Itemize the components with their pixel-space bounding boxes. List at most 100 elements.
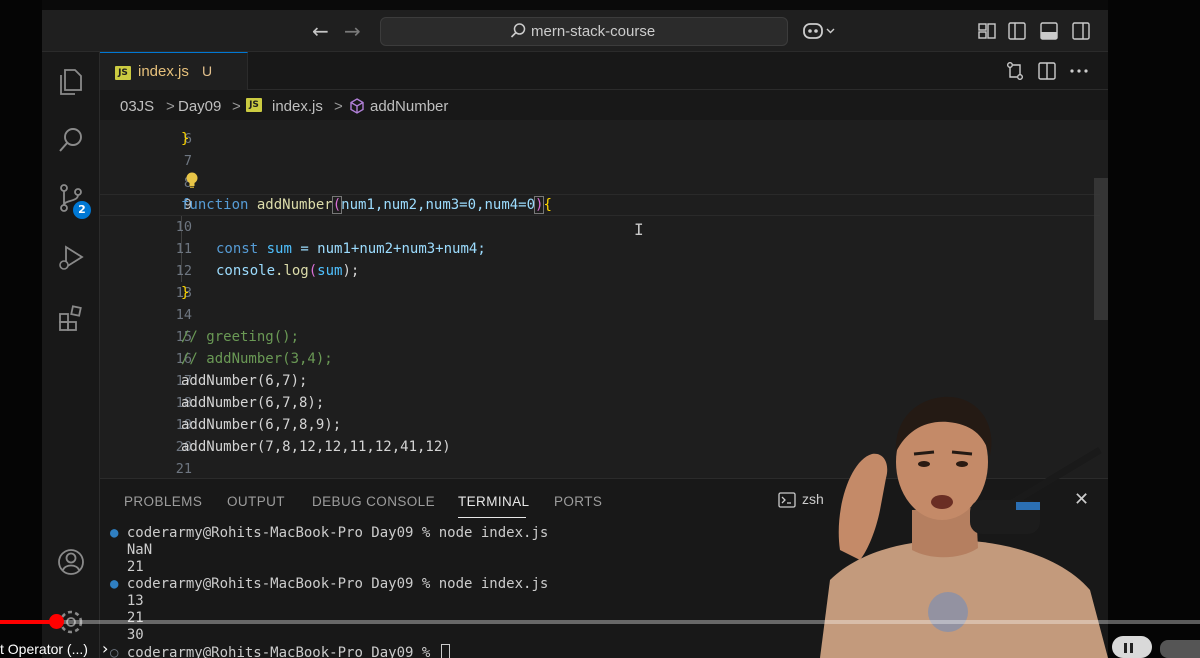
terminal-output: NaN <box>110 542 152 559</box>
params: num1,num2,num3=0,num4=0 <box>341 197 536 213</box>
expression: = num1+num2+num3+num4; <box>291 241 486 257</box>
account-icon[interactable] <box>55 546 87 578</box>
brace-open: { <box>543 197 552 213</box>
forward-arrow-button[interactable]: → <box>344 20 361 42</box>
terminal-output: 13 <box>110 593 144 610</box>
prompt-dot-icon: ● <box>110 576 119 592</box>
video-progress-fill <box>0 620 56 624</box>
code-line-12: console.log(sum); <box>216 260 359 282</box>
code-line-11: const sum = num1+num2+num3+num4; <box>216 238 486 260</box>
pause-icon <box>1130 643 1133 653</box>
code-line-15: // greeting(); <box>181 329 300 345</box>
tab-problems[interactable]: PROBLEMS <box>124 494 202 509</box>
pause-icon <box>1124 643 1127 653</box>
terminal-icon <box>778 492 796 508</box>
paren-close: ); <box>342 263 360 279</box>
terminal-prompt: coderarmy@Rohits-MacBook-Pro Day09 % nod… <box>126 525 549 541</box>
tab-label: index.js <box>138 63 189 80</box>
autoplay-toggle[interactable] <box>1112 636 1152 658</box>
line-number: 7 <box>183 153 192 169</box>
output-value: 30 <box>126 627 144 643</box>
more-actions-icon[interactable] <box>1068 60 1090 82</box>
code-line-20: addNumber(7,8,12,12,11,12,41,12) <box>181 439 451 455</box>
tab-output[interactable]: OUTPUT <box>227 494 285 509</box>
explorer-icon[interactable] <box>55 66 87 98</box>
tab-terminal[interactable]: TERMINAL <box>458 494 529 509</box>
code-line-18: addNumber(6,7,8); <box>181 395 325 411</box>
code-line-9: function addNumber(num1,num2,num3=0,num4… <box>181 194 552 216</box>
prompt-dot-icon: ● <box>110 525 119 541</box>
video-letterbox-right <box>1108 0 1200 658</box>
extensions-icon[interactable] <box>55 302 87 334</box>
video-top-strip <box>0 0 1200 10</box>
paren-open: ( <box>331 196 343 214</box>
line-number: 14 <box>175 307 192 323</box>
customize-layout-icon[interactable] <box>976 20 998 42</box>
code-line-16: // addNumber(3,4); <box>181 351 333 367</box>
search-icon[interactable] <box>55 124 87 156</box>
console-object: console <box>216 263 276 279</box>
line-number: 11 <box>175 241 192 257</box>
split-editor-icon[interactable] <box>1036 60 1058 82</box>
breadcrumb-file[interactable]: index.js <box>272 98 323 115</box>
js-file-icon: JS <box>115 66 131 80</box>
breadcrumb-separator: > <box>232 98 241 115</box>
line-number: 12 <box>175 263 192 279</box>
player-control[interactable] <box>1160 640 1200 658</box>
code-line-6: } <box>181 131 190 147</box>
argument: sum <box>317 263 343 279</box>
breadcrumb-symbol[interactable]: addNumber <box>370 98 448 115</box>
breadcrumb-folder-day09[interactable]: Day09 <box>178 98 221 115</box>
video-letterbox-left <box>0 0 42 658</box>
line-number-gutter: 6 7 8 9 10 11 12 13 14 15 16 17 18 19 20… <box>100 120 192 478</box>
chapter-chevron-icon[interactable]: › <box>102 639 108 658</box>
prompt-dot-icon: ○ <box>110 645 119 658</box>
toggle-secondary-sidebar-icon[interactable] <box>1070 20 1092 42</box>
keyword-const: const <box>216 241 259 257</box>
compare-changes-icon[interactable] <box>1004 60 1026 82</box>
line-number: 10 <box>175 219 192 235</box>
code-line-17: addNumber(6,7); <box>181 373 308 389</box>
terminal-line[interactable]: ○ coderarmy@Rohits-MacBook-Pro Day09 % <box>110 644 450 658</box>
breadcrumb-separator: > <box>334 98 343 115</box>
log-method: .log <box>275 263 309 279</box>
js-file-icon: JS <box>246 98 262 112</box>
search-text: mern-stack-course <box>531 23 656 40</box>
output-value: 21 <box>126 559 144 575</box>
output-value: NaN <box>126 542 153 558</box>
line-number: 21 <box>175 461 192 477</box>
output-value: 13 <box>126 593 144 609</box>
copilot-icon[interactable] <box>802 20 838 42</box>
tab-index-js[interactable]: JS index.js U <box>100 52 248 90</box>
symbol-method-icon <box>350 98 364 114</box>
command-center-search[interactable]: mern-stack-course <box>380 17 788 46</box>
editor-actions <box>1000 60 1100 82</box>
run-debug-icon[interactable] <box>55 242 87 274</box>
tab-ports[interactable]: PORTS <box>554 494 602 509</box>
toggle-primary-sidebar-icon[interactable] <box>1006 20 1028 42</box>
breadcrumb-folder-03js[interactable]: 03JS <box>120 98 154 115</box>
lightbulb-icon[interactable] <box>184 171 200 189</box>
source-control-badge: 2 <box>73 201 91 219</box>
terminal-prompt: coderarmy@Rohits-MacBook-Pro Day09 % <box>126 645 439 658</box>
video-scrubber-handle[interactable] <box>49 614 64 629</box>
terminal-output: 21 <box>110 559 144 576</box>
terminal-output: 21 <box>110 610 144 627</box>
chapter-title[interactable]: t Operator (...) <box>0 641 88 657</box>
breadcrumb-separator: > <box>166 98 175 115</box>
terminal-output: 30 <box>110 627 144 644</box>
code-line-19: addNumber(6,7,8,9); <box>181 417 342 433</box>
back-arrow-button[interactable]: ← <box>312 20 329 42</box>
keyword-function: function <box>181 197 249 213</box>
active-tab-indicator <box>458 517 526 518</box>
variable-sum: sum <box>266 241 292 257</box>
toggle-panel-icon[interactable] <box>1038 20 1060 42</box>
paren-open: ( <box>308 263 318 279</box>
video-progress-track[interactable] <box>0 620 1200 624</box>
editor-scrollbar[interactable] <box>1094 178 1108 320</box>
terminal-line: ● coderarmy@Rohits-MacBook-Pro Day09 % n… <box>110 525 548 542</box>
code-line-13: } <box>181 285 190 301</box>
search-icon <box>510 23 526 38</box>
tab-debug-console[interactable]: DEBUG CONSOLE <box>312 494 435 509</box>
tab-untracked-indicator: U <box>202 63 213 79</box>
